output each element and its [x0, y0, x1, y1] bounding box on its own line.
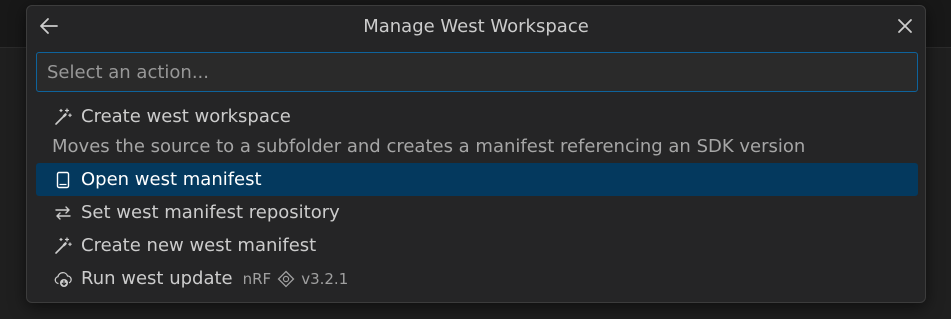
- arrows-swap-icon: [52, 202, 74, 224]
- close-icon: [898, 19, 912, 33]
- sparkle-wand-icon: [52, 106, 74, 128]
- search-input[interactable]: [37, 53, 917, 91]
- list-item-create-west-workspace[interactable]: Create west workspace: [36, 100, 918, 133]
- list-item-open-west-manifest[interactable]: Open west manifest: [36, 163, 918, 196]
- file-icon: [52, 169, 74, 191]
- cloud-download-icon: [52, 268, 74, 290]
- action-list: Create west workspace Moves the source t…: [36, 100, 918, 295]
- list-item-detail: Moves the source to a subfolder and crea…: [52, 136, 806, 157]
- list-item-label: Open west manifest: [81, 169, 262, 190]
- search-input-container: [36, 52, 918, 92]
- dialog-titlebar: Manage West Workspace: [27, 6, 925, 46]
- tag-icon: [277, 270, 295, 288]
- list-item-label: Set west manifest repository: [81, 202, 340, 223]
- list-item-label: Create new west manifest: [81, 235, 317, 256]
- list-item-label: Create west workspace: [81, 106, 291, 127]
- list-item-run-west-update[interactable]: Run west update nRF v3.2.1: [36, 262, 918, 295]
- list-item-label: Run west update: [81, 268, 233, 289]
- list-item-description: nRF v3.2.1: [243, 270, 349, 288]
- sdk-name: nRF: [242, 269, 272, 288]
- sdk-version: v3.2.1: [301, 269, 349, 288]
- dialog-title: Manage West Workspace: [363, 16, 589, 37]
- sparkle-wand-icon: [52, 235, 74, 257]
- list-item-create-new-west-manifest[interactable]: Create new west manifest: [36, 229, 918, 262]
- list-item-set-west-manifest-repository[interactable]: Set west manifest repository: [36, 196, 918, 229]
- quick-pick-dialog: Manage West Workspace Create west worksp…: [26, 5, 926, 303]
- close-button[interactable]: [893, 14, 917, 38]
